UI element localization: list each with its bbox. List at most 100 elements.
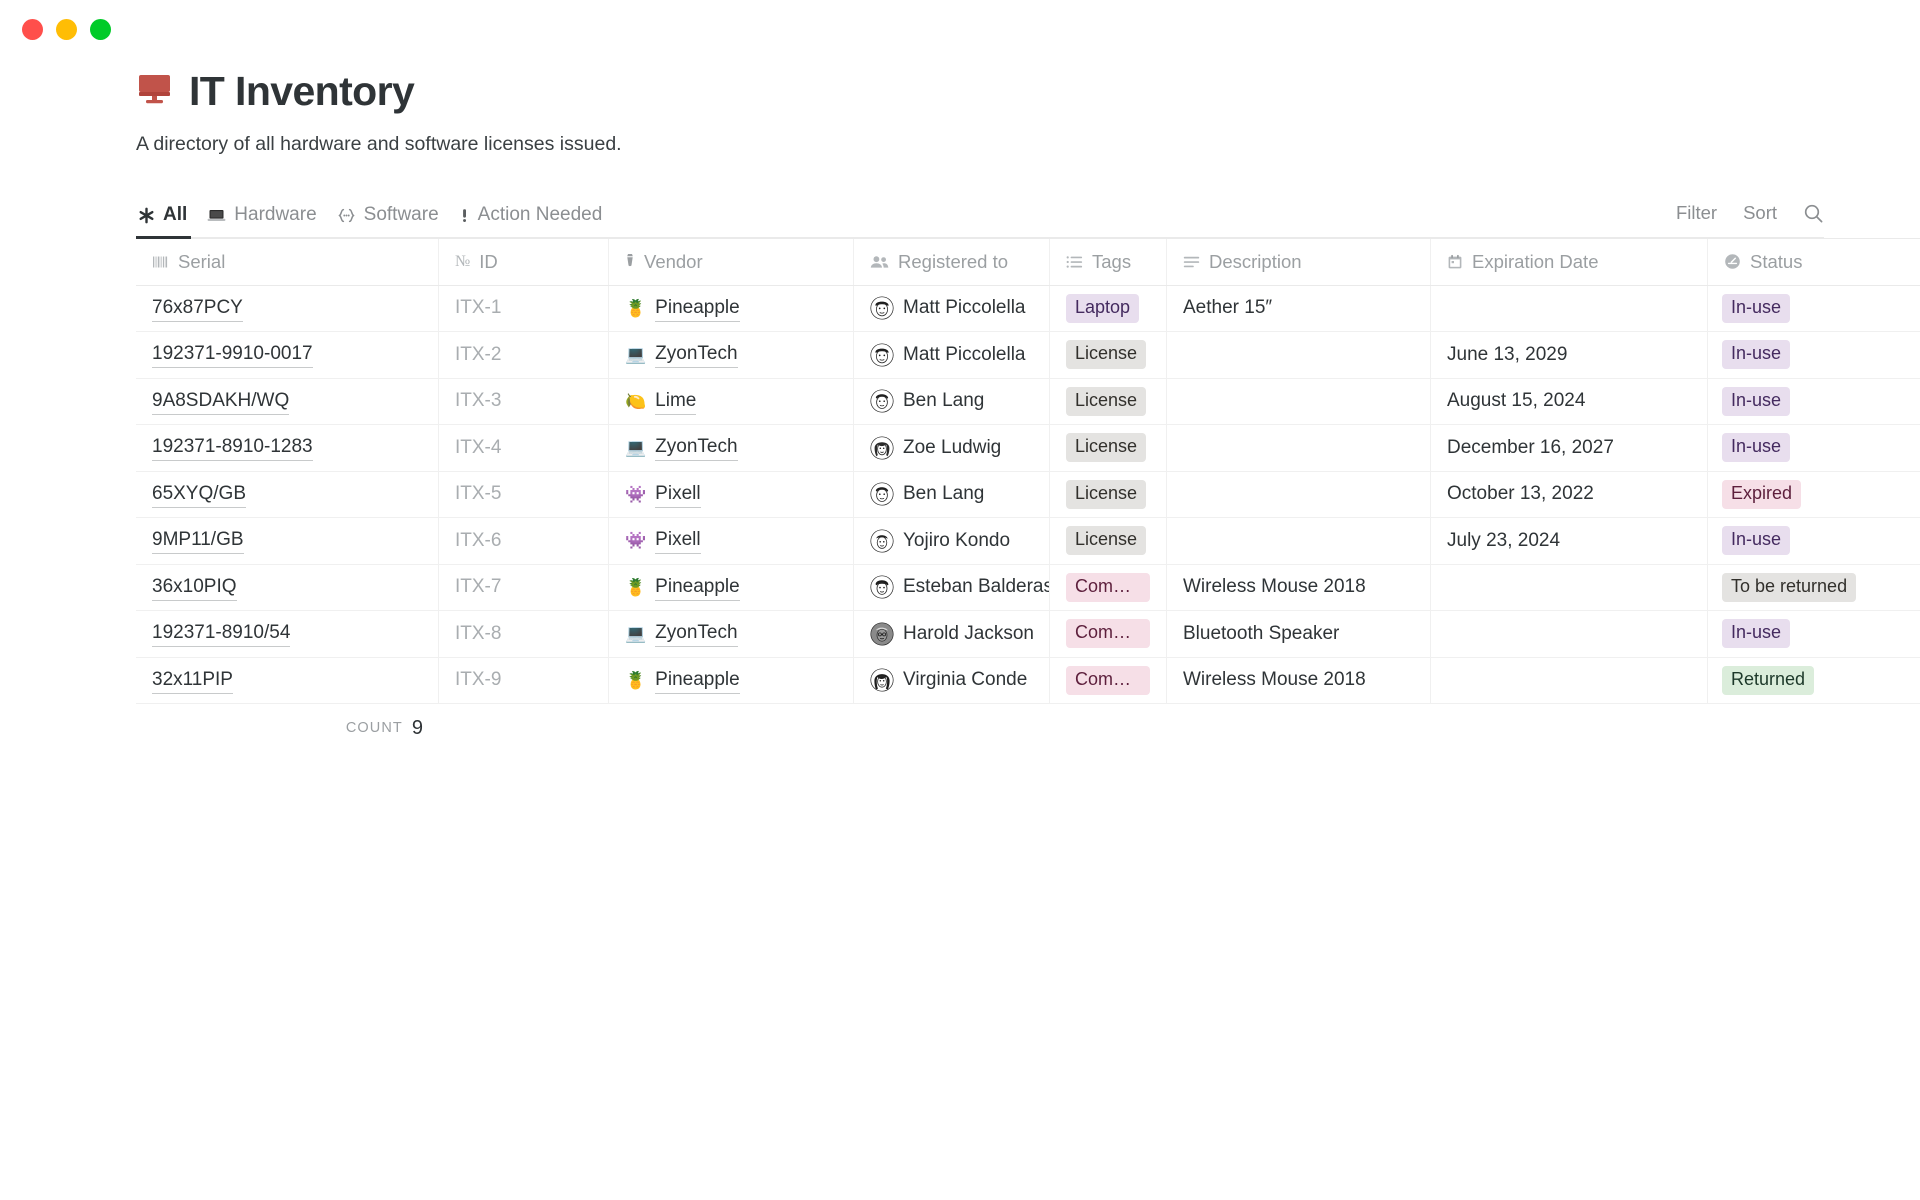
cell-vendor[interactable]: 💻 ZyonTech: [609, 611, 854, 657]
column-header-status[interactable]: Status: [1708, 239, 1920, 285]
cell-vendor[interactable]: 💻 ZyonTech: [609, 425, 854, 471]
column-header-expiration-date[interactable]: Expiration Date: [1431, 239, 1708, 285]
column-header-description[interactable]: Description: [1167, 239, 1431, 285]
cell-expiration-date[interactable]: December 16, 2027: [1431, 425, 1708, 471]
cell-description[interactable]: [1167, 471, 1431, 517]
cell-serial[interactable]: 192371-9910-0017: [136, 332, 439, 378]
tab-all[interactable]: All: [136, 204, 201, 239]
vendor-link[interactable]: Pineapple: [655, 667, 740, 694]
status-badge[interactable]: Expired: [1722, 479, 1802, 509]
tag-pill[interactable]: License: [1066, 340, 1147, 370]
status-badge[interactable]: Returned: [1722, 665, 1815, 695]
column-header-serial[interactable]: Serial: [136, 239, 439, 285]
cell-status[interactable]: In-use: [1708, 379, 1920, 425]
cell-expiration-date[interactable]: August 15, 2024: [1431, 378, 1708, 424]
vendor-link[interactable]: Pineapple: [655, 295, 740, 322]
serial-link[interactable]: 36x10PIQ: [152, 574, 237, 601]
tab-software[interactable]: Software: [331, 204, 453, 237]
serial-link[interactable]: 9MP11/GB: [152, 527, 244, 555]
vendor-link[interactable]: ZyonTech: [655, 434, 738, 462]
column-header-registered-to[interactable]: Registered to: [854, 239, 1050, 285]
cell-tags[interactable]: License: [1050, 518, 1167, 564]
cell-registered-to[interactable]: Ben Lang: [854, 378, 1050, 424]
cell-description[interactable]: Wireless Mouse 2018: [1167, 657, 1431, 703]
tag-pill[interactable]: Computer…: [1066, 572, 1150, 602]
cell-vendor[interactable]: 🍍 Pineapple: [609, 564, 854, 610]
cell-registered-to[interactable]: Yojiro Kondo: [854, 518, 1050, 564]
tag-pill[interactable]: Computer…: [1066, 665, 1150, 695]
cell-description[interactable]: [1167, 378, 1431, 424]
status-badge[interactable]: In-use: [1722, 619, 1791, 649]
tag-pill[interactable]: License: [1066, 433, 1147, 463]
cell-vendor[interactable]: 👾 Pixell: [609, 518, 854, 564]
tab-hardware[interactable]: Hardware: [201, 204, 330, 237]
cell-serial[interactable]: 76x87PCY: [136, 285, 439, 331]
cell-description[interactable]: [1167, 518, 1431, 564]
cell-status[interactable]: In-use: [1708, 332, 1920, 378]
tag-pill[interactable]: License: [1066, 479, 1147, 509]
search-icon[interactable]: [1803, 203, 1824, 224]
cell-expiration-date[interactable]: [1431, 657, 1708, 703]
serial-link[interactable]: 9A8SDAKH/WQ: [152, 388, 290, 415]
cell-registered-to[interactable]: Zoe Ludwig: [854, 425, 1050, 471]
cell-registered-to[interactable]: Harold Jackson: [854, 611, 1050, 657]
cell-vendor[interactable]: 💻 ZyonTech: [609, 332, 854, 378]
cell-expiration-date[interactable]: June 13, 2029: [1431, 332, 1708, 378]
vendor-link[interactable]: Lime: [655, 388, 697, 415]
cell-serial[interactable]: 192371-8910/54: [136, 611, 439, 657]
cell-expiration-date[interactable]: [1431, 285, 1708, 331]
cell-tags[interactable]: License: [1050, 332, 1167, 378]
vendor-link[interactable]: ZyonTech: [655, 341, 738, 369]
cell-description[interactable]: [1167, 332, 1431, 378]
count-summary[interactable]: Count 9: [136, 704, 439, 752]
cell-tags[interactable]: License: [1050, 471, 1167, 517]
cell-tags[interactable]: Laptop: [1050, 285, 1167, 331]
status-badge[interactable]: In-use: [1722, 293, 1791, 323]
cell-serial[interactable]: 65XYQ/GB: [136, 471, 439, 517]
cell-registered-to[interactable]: Ben Lang: [854, 471, 1050, 517]
cell-status[interactable]: In-use: [1708, 425, 1920, 471]
serial-link[interactable]: 65XYQ/GB: [152, 481, 246, 508]
status-badge[interactable]: In-use: [1722, 386, 1791, 416]
cell-tags[interactable]: Computer…: [1050, 611, 1167, 657]
cell-registered-to[interactable]: Virginia Conde: [854, 657, 1050, 703]
serial-link[interactable]: 192371-9910-0017: [152, 341, 313, 369]
cell-serial[interactable]: 9A8SDAKH/WQ: [136, 378, 439, 424]
cell-status[interactable]: Returned: [1708, 658, 1920, 704]
cell-vendor[interactable]: 🍍 Pineapple: [609, 285, 854, 331]
cell-description[interactable]: Bluetooth Speaker: [1167, 611, 1431, 657]
tab-action-needed[interactable]: Action Needed: [453, 204, 617, 237]
cell-status[interactable]: In-use: [1708, 518, 1920, 564]
vendor-link[interactable]: Pixell: [655, 527, 701, 555]
status-badge[interactable]: In-use: [1722, 340, 1791, 370]
cell-tags[interactable]: License: [1050, 425, 1167, 471]
cell-registered-to[interactable]: Esteban Balderas: [854, 564, 1050, 610]
cell-status[interactable]: Expired: [1708, 472, 1920, 518]
status-badge[interactable]: In-use: [1722, 526, 1791, 556]
tag-pill[interactable]: Computer…: [1066, 619, 1150, 649]
cell-vendor[interactable]: 👾 Pixell: [609, 471, 854, 517]
serial-link[interactable]: 192371-8910/54: [152, 620, 291, 648]
cell-description[interactable]: [1167, 425, 1431, 471]
tag-pill[interactable]: Laptop: [1066, 293, 1140, 323]
cell-expiration-date[interactable]: [1431, 611, 1708, 657]
column-header-vendor[interactable]: Vendor: [609, 239, 854, 285]
column-header-id[interactable]: № ID: [439, 239, 609, 285]
serial-link[interactable]: 192371-8910-1283: [152, 434, 313, 462]
cell-serial[interactable]: 192371-8910-1283: [136, 425, 439, 471]
status-badge[interactable]: To be returned: [1722, 572, 1857, 602]
filter-button[interactable]: Filter: [1676, 202, 1717, 224]
tag-pill[interactable]: License: [1066, 526, 1147, 556]
window-close-button[interactable]: [22, 18, 43, 40]
vendor-link[interactable]: ZyonTech: [655, 620, 738, 648]
cell-expiration-date[interactable]: October 13, 2022: [1431, 471, 1708, 517]
cell-description[interactable]: Wireless Mouse 2018: [1167, 564, 1431, 610]
cell-description[interactable]: Aether 15″: [1167, 285, 1431, 331]
window-maximize-button[interactable]: [90, 18, 111, 40]
cell-status[interactable]: In-use: [1708, 611, 1920, 657]
cell-status[interactable]: In-use: [1708, 286, 1920, 332]
status-badge[interactable]: In-use: [1722, 433, 1791, 463]
vendor-link[interactable]: Pixell: [655, 481, 701, 508]
cell-registered-to[interactable]: Matt Piccolella: [854, 285, 1050, 331]
cell-serial[interactable]: 9MP11/GB: [136, 518, 439, 564]
